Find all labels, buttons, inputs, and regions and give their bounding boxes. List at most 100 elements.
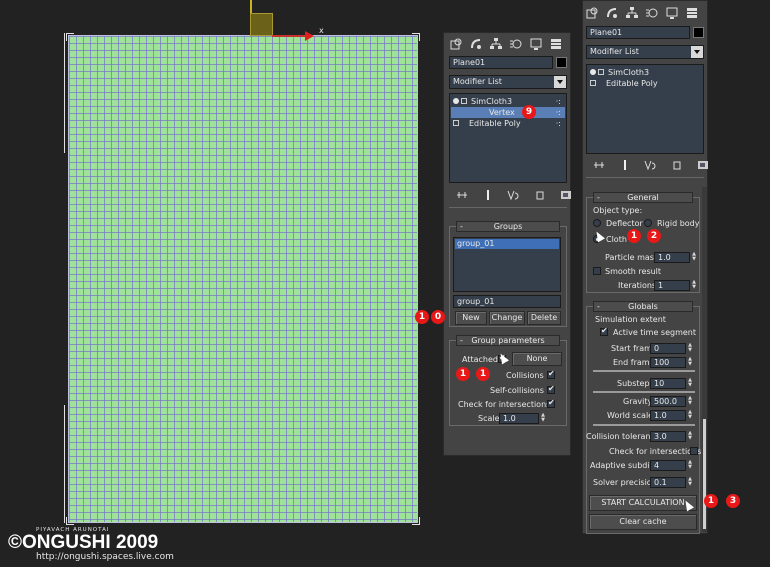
globals-rollout-header[interactable]: - Globals [593, 301, 693, 312]
spinner-arrows-icon[interactable]: ▲ ▼ [691, 280, 697, 291]
spinner-arrows-icon[interactable]: ▲ ▼ [687, 477, 693, 488]
modifier-list-dropdown[interactable]: Modifier List [586, 45, 704, 59]
none-button[interactable]: None [512, 352, 562, 366]
change-group-button[interactable]: Change [489, 311, 525, 325]
show-end-result-icon[interactable] [475, 187, 501, 202]
lightbulb-icon[interactable] [590, 69, 596, 75]
spinner-arrows-icon[interactable]: ▲ ▼ [687, 378, 693, 389]
create-tab-icon[interactable] [583, 5, 601, 21]
gizmo-x-arrow-icon[interactable] [305, 31, 314, 41]
stack-item-simcloth3[interactable]: SimCloth3 [588, 67, 702, 78]
pin-stack-icon[interactable] [586, 157, 612, 172]
world-scale-field[interactable]: 1.0 [650, 410, 686, 421]
gizmo-plane-handle[interactable] [250, 13, 273, 36]
groups-list[interactable]: group_01 [453, 237, 561, 292]
check-intersections-checkbox[interactable] [547, 398, 555, 408]
modify-tab-icon[interactable] [603, 5, 621, 21]
expand-plus-icon[interactable] [590, 80, 596, 86]
modifier-stack[interactable]: SimCloth3 ·: Vertex ·: Editable Poly ·: [449, 93, 567, 183]
rollout-scrollbar[interactable] [702, 187, 707, 532]
rigid-body-radio[interactable] [644, 219, 652, 227]
clear-cache-button[interactable]: Clear cache [589, 514, 697, 530]
new-group-button[interactable]: New [455, 311, 487, 325]
delete-group-button[interactable]: Delete [527, 311, 561, 325]
stack-item-vertex[interactable]: Vertex ·: [451, 107, 565, 118]
scrollbar-thumb[interactable] [703, 419, 706, 529]
spinner-arrows-icon[interactable]: ▲ ▼ [687, 343, 693, 354]
spinner-arrows-icon[interactable]: ▲ ▼ [687, 357, 693, 368]
modify-tab-icon[interactable] [467, 36, 485, 52]
divider [593, 370, 695, 372]
object-name-field[interactable]: Plane01 [586, 26, 690, 39]
self-collisions-checkbox[interactable] [547, 384, 555, 394]
scale-spinner-field[interactable]: 1.0 [499, 413, 539, 424]
object-color-swatch[interactable] [556, 57, 567, 68]
modifier-list-dropdown[interactable]: Modifier List [449, 75, 567, 89]
deflector-radio[interactable] [593, 219, 601, 227]
expand-plus-icon[interactable] [598, 69, 604, 75]
adaptive-subdivs-field[interactable]: 4 [650, 460, 686, 471]
start-frame-field[interactable]: 0 [650, 343, 686, 354]
spinner-arrows-icon[interactable]: ▲ ▼ [687, 460, 693, 471]
make-unique-icon[interactable] [501, 187, 527, 202]
modifier-stack[interactable]: SimCloth3 Editable Poly [586, 64, 704, 154]
utilities-tab-icon[interactable] [683, 5, 701, 21]
lightbulb-icon[interactable] [453, 98, 459, 104]
object-color-swatch[interactable] [693, 27, 704, 38]
motion-tab-icon[interactable] [507, 36, 525, 52]
spinner-arrows-icon[interactable]: ▲ ▼ [540, 413, 546, 424]
spinner-arrows-icon[interactable]: ▲ ▼ [687, 431, 693, 442]
spinner-arrows-icon[interactable]: ▲ ▼ [687, 410, 693, 421]
active-time-segment-checkbox[interactable] [600, 326, 608, 336]
groups-rollout-header[interactable]: - Groups [456, 221, 560, 232]
motion-tab-icon[interactable] [643, 5, 661, 21]
solver-precision-field[interactable]: 0.1 [650, 477, 686, 488]
stack-tools [449, 187, 579, 202]
end-frame-field[interactable]: 100 [650, 357, 686, 368]
make-unique-icon[interactable] [638, 157, 664, 172]
configure-sets-icon[interactable] [553, 187, 579, 202]
stack-item-simcloth3[interactable]: SimCloth3 ·: [451, 96, 565, 107]
hierarchy-tab-icon[interactable] [623, 5, 641, 21]
spinner-arrows-icon[interactable]: ▲ ▼ [687, 396, 693, 407]
stack-item-editable-poly[interactable]: Editable Poly [588, 78, 702, 89]
object-name-field[interactable]: Plane01 [449, 56, 553, 69]
groups-list-item[interactable]: group_01 [455, 239, 559, 249]
remove-modifier-icon[interactable] [527, 187, 553, 202]
configure-sets-icon[interactable] [690, 157, 716, 172]
display-tab-icon[interactable] [527, 36, 545, 52]
remove-modifier-icon[interactable] [664, 157, 690, 172]
general-rollout-header[interactable]: - General [593, 192, 693, 203]
chevron-down-icon[interactable] [691, 46, 703, 58]
collapse-minus-icon[interactable] [461, 98, 467, 104]
iterations-field[interactable]: 1 [654, 280, 690, 291]
group-parameters-header[interactable]: - Group parameters [456, 335, 560, 346]
create-tab-icon[interactable] [447, 36, 465, 52]
stack-item-editable-poly[interactable]: Editable Poly ·: [451, 118, 565, 129]
collisions-checkbox[interactable] [547, 369, 555, 379]
iterations-label: Iterations [618, 281, 657, 290]
cloth-plane-mesh[interactable] [68, 35, 418, 523]
pin-stack-icon[interactable] [449, 187, 475, 202]
chevron-down-icon[interactable] [554, 76, 566, 88]
smooth-result-checkbox[interactable] [593, 267, 601, 275]
start-calculation-button[interactable]: START CALCULATION [589, 495, 697, 511]
collision-tolerance-field[interactable]: 3.0 [650, 431, 686, 442]
particle-mass-field[interactable]: 1.0 [654, 252, 690, 263]
group-name-field[interactable]: group_01 [453, 295, 561, 308]
substeps-field[interactable]: 10 [650, 378, 686, 389]
expand-plus-icon[interactable] [453, 120, 459, 126]
general-rollout: - General Object type: Deflector Rigid bo… [586, 192, 700, 293]
spinner-arrows-icon[interactable]: ▲ ▼ [691, 252, 697, 263]
panel-tabs [583, 5, 701, 21]
modifier-list-label: Modifier List [590, 47, 639, 56]
stack-tools [586, 157, 716, 172]
check-intersections-checkbox[interactable] [690, 447, 698, 455]
step-badge-10-digit-2: 0 [431, 310, 445, 324]
display-tab-icon[interactable] [663, 5, 681, 21]
gravity-field[interactable]: 500.0 [650, 396, 686, 407]
hierarchy-tab-icon[interactable] [487, 36, 505, 52]
utilities-tab-icon[interactable] [547, 36, 565, 52]
show-end-result-icon[interactable] [612, 157, 638, 172]
gizmo-y-axis[interactable] [250, 0, 252, 14]
